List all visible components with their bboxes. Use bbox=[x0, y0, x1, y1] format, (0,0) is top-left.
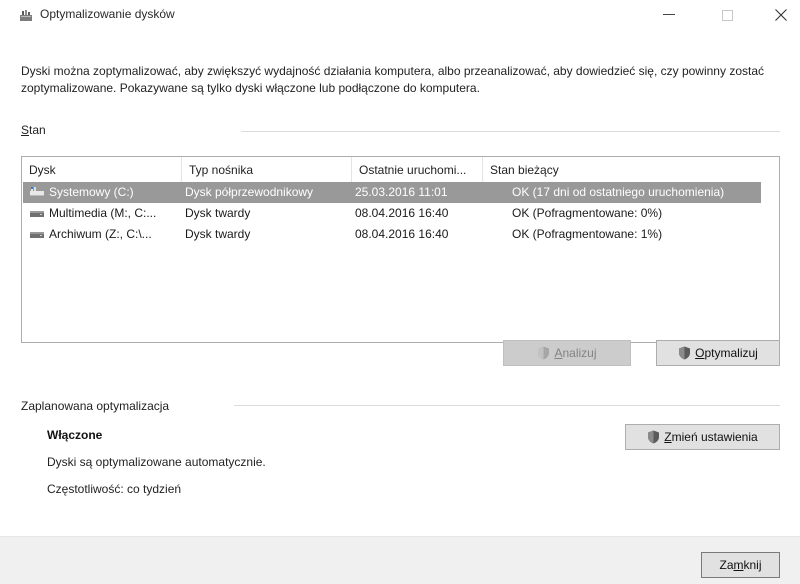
drive-cell: Multimedia (M:, C:... bbox=[29, 203, 181, 224]
change-label: mień ustawienia bbox=[671, 430, 758, 444]
analyze-label: nalizuj bbox=[562, 346, 597, 360]
status-section-label: Stan bbox=[21, 123, 46, 137]
drive-name: Archiwum (Z:, C:\... bbox=[49, 227, 152, 241]
hdd-drive-icon bbox=[30, 232, 44, 239]
schedule-section-divider bbox=[234, 405, 780, 406]
current-status-cell: OK (17 dni od ostatniego uruchomienia) bbox=[512, 185, 725, 199]
status-label-rest: tan bbox=[29, 123, 46, 137]
maximize-button bbox=[708, 0, 746, 30]
analyze-button: Analizuj bbox=[503, 340, 631, 366]
last-run-cell: 08.04.2016 16:40 bbox=[355, 227, 449, 241]
current-status-cell: OK (Pofragmentowane: 1%) bbox=[512, 227, 663, 241]
shield-icon bbox=[648, 430, 660, 444]
column-header-current-status[interactable]: Stan bieżący bbox=[483, 157, 779, 182]
ssd-drive-icon bbox=[30, 187, 44, 197]
media-type-cell: Dysk twardy bbox=[185, 206, 251, 220]
minimize-button[interactable] bbox=[650, 0, 688, 30]
hdd-drive-icon bbox=[30, 211, 44, 218]
column-header-drive[interactable]: Dysk bbox=[22, 157, 182, 182]
optimize-label: ptymalizuj bbox=[704, 346, 758, 360]
close-accel: m bbox=[733, 558, 744, 572]
table-header: Dysk Typ nośnika Ostatnie uruchomi... St… bbox=[22, 157, 779, 182]
close-label-rest: knij bbox=[743, 558, 762, 572]
optimize-button[interactable]: Optymalizuj bbox=[656, 340, 780, 366]
drive-cell: Archiwum (Z:, C:\... bbox=[29, 224, 181, 245]
last-run-cell: 25.03.2016 11:01 bbox=[355, 185, 448, 199]
shield-icon bbox=[679, 346, 691, 360]
table-row[interactable]: Multimedia (M:, C:... Dysk twardy 08.04.… bbox=[23, 203, 761, 224]
column-header-last-run[interactable]: Ostatnie uruchomi... bbox=[352, 157, 483, 182]
footer-bar: Zamknij bbox=[0, 536, 800, 584]
media-type-cell: Dysk półprzewodnikowy bbox=[185, 185, 314, 199]
close-icon bbox=[775, 9, 787, 21]
minimize-icon bbox=[663, 14, 675, 15]
table-row[interactable]: Archiwum (Z:, C:\... Dysk twardy 08.04.2… bbox=[23, 224, 761, 245]
drives-table[interactable]: Dysk Typ nośnika Ostatnie uruchomi... St… bbox=[21, 156, 780, 343]
drive-cell: Systemowy (C:) bbox=[29, 182, 181, 203]
optimize-drives-window: Optymalizowanie dysków Dyski można zopty… bbox=[0, 0, 800, 584]
shield-icon bbox=[538, 346, 550, 360]
schedule-state: Włączone bbox=[47, 428, 103, 442]
last-run-cell: 08.04.2016 16:40 bbox=[355, 206, 449, 220]
close-button[interactable]: Zamknij bbox=[701, 552, 780, 578]
close-window-button[interactable] bbox=[762, 0, 800, 30]
description-text: Dyski można zoptymalizować, aby zwiększy… bbox=[21, 64, 764, 95]
drive-name: Multimedia (M:, C:... bbox=[49, 206, 157, 220]
current-status-cell: OK (Pofragmentowane: 0%) bbox=[512, 206, 663, 220]
table-row[interactable]: Systemowy (C:) Dysk półprzewodnikowy 25.… bbox=[23, 182, 761, 203]
change-settings-button[interactable]: Zmień ustawienia bbox=[625, 424, 780, 450]
change-accel: Z bbox=[664, 430, 672, 444]
schedule-section-label: Zaplanowana optymalizacja bbox=[21, 399, 170, 413]
status-label-accel: S bbox=[21, 123, 30, 137]
schedule-auto-text: Dyski są optymalizowane automatycznie. bbox=[47, 455, 266, 469]
defrag-app-icon bbox=[19, 10, 33, 22]
title-bar: Optymalizowanie dysków bbox=[0, 0, 800, 30]
window-title: Optymalizowanie dysków bbox=[40, 7, 175, 21]
close-label-pre: Za bbox=[719, 558, 734, 572]
drive-name: Systemowy (C:) bbox=[49, 185, 134, 199]
media-type-cell: Dysk twardy bbox=[185, 227, 251, 241]
status-section-divider bbox=[241, 131, 780, 132]
column-header-media-type[interactable]: Typ nośnika bbox=[182, 157, 352, 182]
schedule-frequency-text: Częstotliwość: co tydzień bbox=[47, 482, 182, 496]
maximize-icon bbox=[721, 9, 733, 21]
